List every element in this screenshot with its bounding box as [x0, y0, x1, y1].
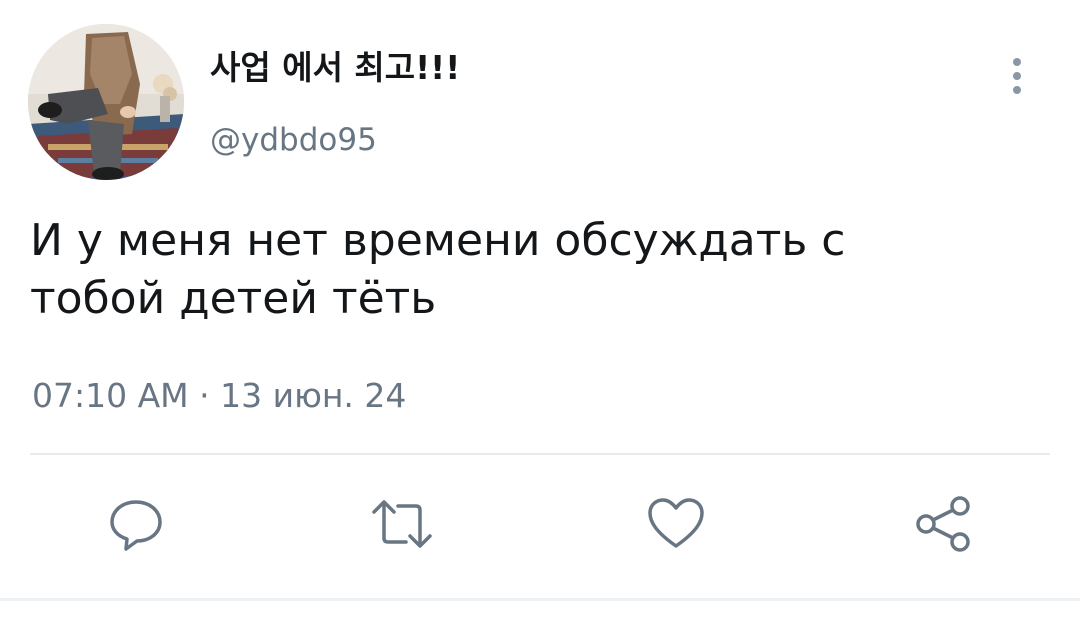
- more-dot-icon: [1013, 58, 1021, 66]
- tweet-card: 사업 에서 최고!!! @ydbdo95 И у меня нет времен…: [0, 0, 1080, 618]
- display-name[interactable]: 사업 에서 최고!!!: [210, 46, 460, 90]
- heart-icon: [648, 498, 704, 548]
- like-button[interactable]: [644, 492, 708, 556]
- tweet-date[interactable]: 13 июн. 24: [220, 376, 406, 415]
- divider: [30, 453, 1050, 455]
- retweet-icon: [372, 500, 432, 548]
- reply-icon: [110, 500, 162, 551]
- tweet-time[interactable]: 07:10 AM: [32, 376, 189, 415]
- avatar[interactable]: [28, 24, 184, 180]
- avatar-photo: [28, 24, 184, 180]
- more-dot-icon: [1013, 72, 1021, 80]
- more-dot-icon: [1013, 86, 1021, 94]
- share-icon: [916, 496, 970, 552]
- user-handle[interactable]: @ydbdo95: [210, 120, 377, 160]
- bottom-divider: [0, 598, 1080, 601]
- tweet-timestamp: 07:10 AM · 13 июн. 24: [32, 372, 406, 420]
- retweet-button[interactable]: [370, 492, 434, 556]
- more-options-button[interactable]: [1000, 52, 1034, 100]
- reply-button[interactable]: [104, 492, 168, 556]
- share-button[interactable]: [912, 492, 976, 556]
- tweet-text: И у меня нет времени обсуждать с тобой д…: [30, 215, 846, 324]
- meta-separator: ·: [199, 376, 210, 415]
